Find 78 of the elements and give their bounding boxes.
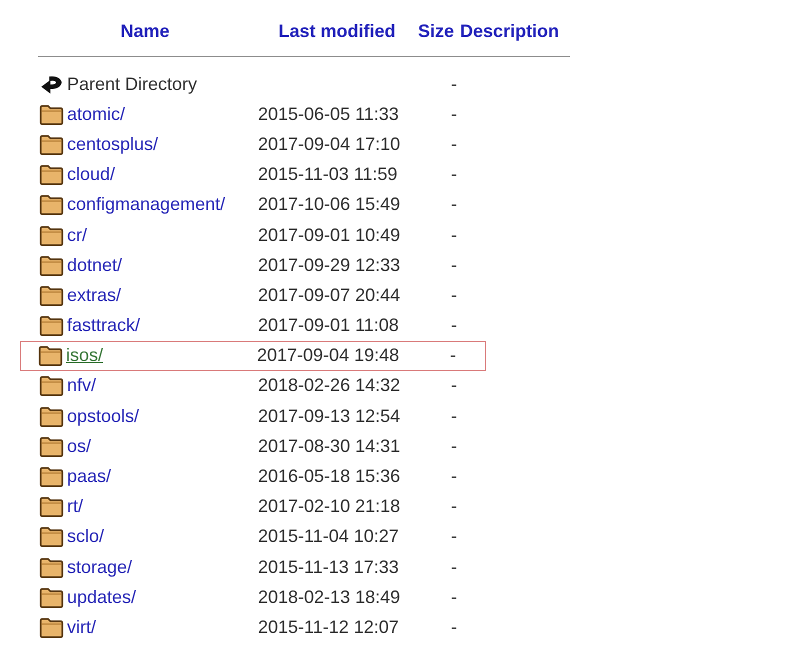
size-cell: -	[451, 284, 457, 305]
folder-link[interactable]: opstools/	[67, 406, 140, 427]
folder-link[interactable]: extras/	[67, 284, 122, 306]
folder-icon	[39, 284, 64, 307]
folder-link[interactable]: configmanagement/	[67, 194, 226, 216]
column-header[interactable]: Description	[460, 20, 560, 42]
folder-icon	[39, 193, 64, 216]
size-cell: -	[451, 375, 457, 396]
date-cell: 2017-09-13 12:54	[258, 406, 400, 426]
column-header[interactable]: Size	[418, 20, 454, 42]
parent-directory-link[interactable]: Parent Directory	[67, 74, 198, 95]
date-cell: 2015-11-12 12:07	[258, 616, 399, 637]
folder-link[interactable]: isos/	[66, 345, 104, 366]
date-cell: 2015-06-05 11:33	[258, 104, 399, 124]
size-cell: -	[451, 616, 457, 637]
size-cell: -	[451, 315, 457, 336]
folder-icon	[39, 224, 64, 247]
size-cell: -	[451, 224, 457, 245]
date-cell: 2018-02-13 18:49	[258, 586, 400, 607]
folder-icon	[39, 525, 64, 548]
folder-icon	[38, 344, 63, 368]
size-cell: -	[451, 104, 457, 124]
column-header[interactable]: Name	[38, 20, 252, 42]
folder-link[interactable]: fasttrack/	[67, 315, 140, 336]
folder-icon	[39, 434, 64, 458]
folder-link[interactable]: paas/	[67, 466, 112, 488]
date-cell: 2017-09-04 19:48	[257, 345, 400, 366]
folder-link[interactable]: dotnet/	[67, 254, 122, 276]
size-cell: -	[451, 466, 457, 486]
folder-icon	[39, 163, 64, 186]
date-cell: 2017-02-10 21:18	[258, 496, 400, 516]
size-cell: -	[451, 254, 457, 275]
folder-icon	[39, 586, 64, 609]
folder-link[interactable]: storage/	[67, 556, 132, 578]
date-cell: 2015-11-13 17:33	[258, 556, 399, 577]
date-cell: 2017-09-04 17:10	[258, 134, 400, 154]
date-cell: 2017-10-06 15:49	[258, 194, 400, 214]
folder-link[interactable]: rt/	[67, 496, 83, 518]
size-cell: -	[451, 436, 457, 456]
size-cell: -	[451, 496, 457, 516]
size-cell: -	[451, 134, 457, 154]
size-cell: -	[451, 74, 457, 94]
size-cell: -	[450, 345, 456, 366]
date-cell: 2017-09-29 12:33	[258, 254, 400, 275]
folder-link[interactable]: sclo/	[67, 526, 104, 548]
folder-link[interactable]: updates/	[67, 586, 136, 608]
date-cell: 2016-05-18 15:36	[258, 466, 400, 486]
size-cell: -	[451, 586, 457, 607]
folder-link[interactable]: nfv/	[67, 375, 96, 396]
date-cell: 2017-09-01 10:49	[258, 224, 400, 245]
folder-icon	[39, 314, 64, 338]
folder-link[interactable]: virt/	[67, 616, 96, 638]
date-cell: 2018-02-26 14:32	[258, 375, 400, 396]
date-cell: 2017-08-30 14:31	[258, 436, 400, 456]
folder-icon	[39, 254, 64, 277]
date-cell: 2015-11-03 11:59	[258, 164, 398, 184]
size-cell: -	[451, 556, 457, 577]
size-cell: -	[451, 406, 457, 426]
size-cell: -	[451, 526, 457, 546]
folder-link[interactable]: cr/	[67, 224, 87, 246]
date-cell: 2017-09-07 20:44	[258, 284, 400, 305]
folder-icon	[39, 465, 64, 488]
folder-link[interactable]: centosplus/	[67, 134, 158, 155]
folder-icon	[39, 102, 64, 126]
folder-icon	[39, 616, 64, 639]
folder-link[interactable]: os/	[67, 436, 92, 457]
folder-icon	[39, 374, 64, 398]
size-cell: -	[451, 194, 457, 214]
date-cell: 2017-09-01 11:08	[258, 315, 399, 336]
folder-link[interactable]: cloud/	[67, 164, 116, 186]
folder-icon	[39, 132, 64, 156]
folder-icon	[39, 404, 64, 428]
folder-icon	[39, 495, 64, 518]
folder-link[interactable]: atomic/	[67, 104, 126, 125]
folder-icon	[39, 556, 64, 579]
column-header[interactable]: Last modified	[256, 20, 418, 42]
date-cell: 2015-11-04 10:27	[258, 526, 399, 546]
size-cell: -	[451, 164, 457, 184]
